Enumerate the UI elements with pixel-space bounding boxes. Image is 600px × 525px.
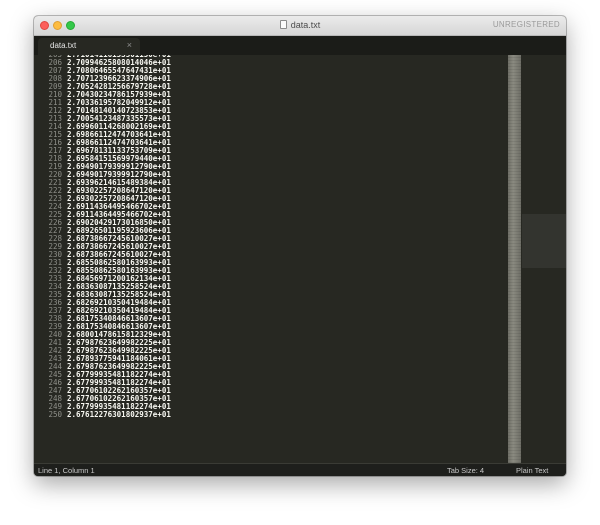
code-area[interactable]: 2.71014116153501150e+012.709946258080140… (67, 55, 507, 463)
document-icon (279, 20, 287, 29)
tab-bar: data.txt × (34, 36, 566, 55)
cursor-position[interactable]: Line 1, Column 1 (38, 466, 95, 475)
window-title: data.txt (290, 20, 321, 30)
minimap[interactable] (508, 55, 521, 463)
line-number: 250 (48, 410, 62, 419)
code-line[interactable]: 2.67612276301802937e+01 (67, 411, 507, 419)
syntax-selector[interactable]: Plain Text (516, 466, 548, 475)
license-status: UNREGISTERED (492, 20, 560, 29)
title-bar[interactable]: data.txt UNREGISTERED (34, 16, 566, 36)
window-title-group: data.txt (34, 19, 566, 31)
text-editor[interactable]: 2052062072082092102112122132142152162172… (34, 55, 566, 463)
line-number-gutter: 2052062072082092102112122132142152162172… (34, 55, 66, 463)
editor-window: data.txt UNREGISTERED data.txt × 2052062… (34, 16, 566, 476)
tab-label: data.txt (50, 41, 77, 50)
status-bar: Line 1, Column 1 Tab Size: 4 Plain Text (34, 463, 566, 476)
close-tab-icon[interactable]: × (127, 40, 132, 50)
tab-size-selector[interactable]: Tab Size: 4 (447, 466, 484, 475)
minimap-viewport[interactable] (522, 214, 566, 268)
tab-data-txt[interactable]: data.txt × (38, 38, 140, 55)
